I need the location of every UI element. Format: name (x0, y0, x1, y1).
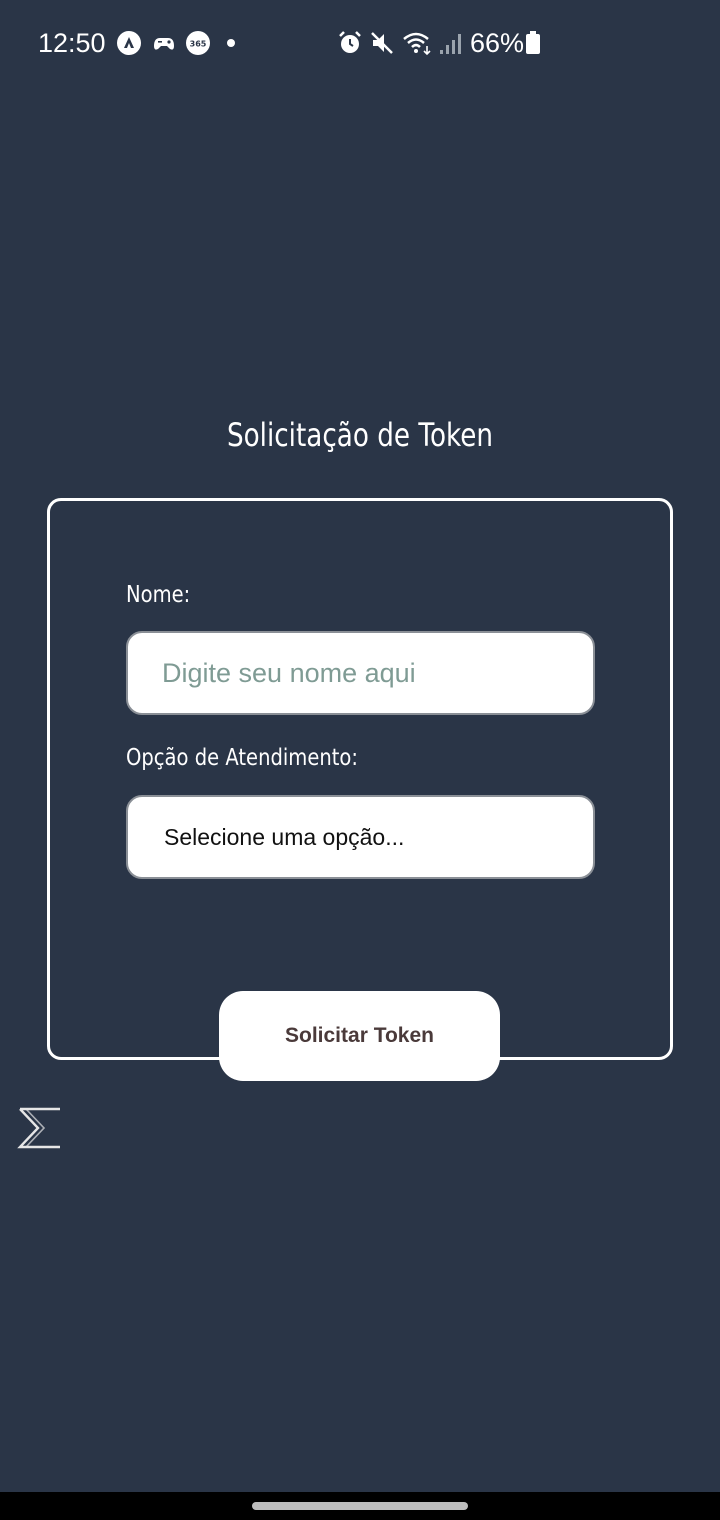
signal-icon (440, 34, 461, 54)
request-token-button[interactable]: Solicitar Token (219, 991, 500, 1081)
name-label: Nome: (126, 582, 191, 608)
nav-arrow-icon (117, 31, 141, 55)
status-bar: 12:50 365 66% (0, 0, 720, 88)
name-input[interactable] (126, 631, 595, 715)
svg-text:365: 365 (190, 40, 207, 49)
service-option-label: Opção de Atendimento: (126, 745, 358, 771)
sigma-menu-icon[interactable] (16, 1106, 64, 1150)
gamepad-icon (154, 38, 174, 50)
dot-icon (227, 39, 235, 47)
status-time: 12:50 (38, 28, 106, 58)
service-option-select[interactable]: Selecione uma opção... (126, 795, 595, 879)
home-indicator[interactable] (252, 1502, 468, 1510)
navigation-bar (0, 1492, 720, 1520)
wifi-icon (403, 32, 431, 56)
alarm-icon (339, 31, 361, 53)
battery-percent: 66% (470, 28, 525, 58)
screen: 12:50 365 66% Solicitação de Token Nome:… (0, 0, 720, 1520)
service-option-selected: Selecione uma opção... (164, 823, 405, 850)
365-icon: 365 (186, 31, 210, 55)
page-title: Solicitação de Token (226, 416, 494, 454)
battery-icon (526, 31, 540, 54)
mute-icon (371, 32, 393, 54)
